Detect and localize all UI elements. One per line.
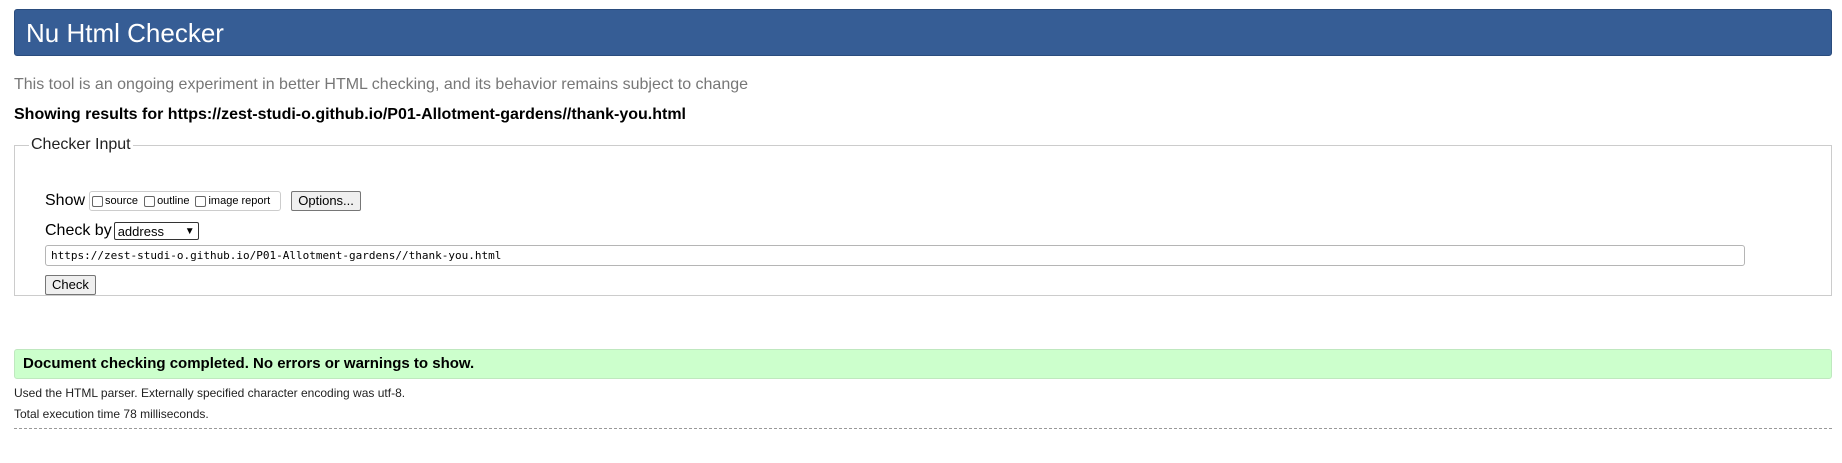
parser-info: Used the HTML parser. Externally specifi… bbox=[14, 386, 406, 400]
check-button[interactable]: Check bbox=[45, 275, 96, 295]
image-report-checkbox-label: image report bbox=[208, 195, 271, 207]
source-checkbox-label: source bbox=[105, 195, 139, 207]
tagline: This tool is an ongoing experiment in be… bbox=[14, 76, 749, 93]
page-header: Nu Html Checker bbox=[14, 9, 1832, 56]
source-checkbox[interactable] bbox=[92, 195, 104, 207]
show-options-group: source outline image report bbox=[89, 191, 282, 211]
check-by-select[interactable]: address ▼ bbox=[113, 222, 199, 240]
execution-time: Total execution time 78 milliseconds. bbox=[14, 407, 209, 421]
show-source-option[interactable]: source bbox=[92, 195, 138, 207]
checker-input-legend: Checker Input bbox=[31, 136, 131, 153]
outline-checkbox-label: outline bbox=[157, 195, 190, 207]
show-label: Show bbox=[45, 192, 86, 209]
page: Nu Html Checker This tool is an ongoing … bbox=[0, 0, 1842, 463]
show-outline-option[interactable]: outline bbox=[144, 195, 189, 207]
options-button[interactable]: Options... bbox=[291, 191, 361, 211]
chevron-down-icon: ▼ bbox=[184, 225, 195, 237]
check-by-row: Check by address ▼ bbox=[45, 222, 199, 240]
success-message: Document checking completed. No errors o… bbox=[14, 349, 1832, 379]
page-title: Nu Html Checker bbox=[26, 18, 224, 48]
check-by-label: Check by bbox=[45, 222, 112, 239]
show-image-report-option[interactable]: image report bbox=[195, 195, 270, 207]
show-options-row: Show source outline image report Options… bbox=[45, 190, 361, 212]
check-by-selected-value: address bbox=[117, 223, 164, 239]
divider bbox=[14, 428, 1832, 429]
url-input[interactable]: https://zest-studi-o.github.io/P01-Allot… bbox=[45, 245, 1745, 266]
outline-checkbox[interactable] bbox=[144, 195, 156, 207]
image-report-checkbox[interactable] bbox=[195, 195, 207, 207]
checker-input-fieldset: Checker Input Show source outline image … bbox=[14, 136, 1832, 296]
results-for-heading: Showing results for https://zest-studi-o… bbox=[14, 106, 686, 123]
